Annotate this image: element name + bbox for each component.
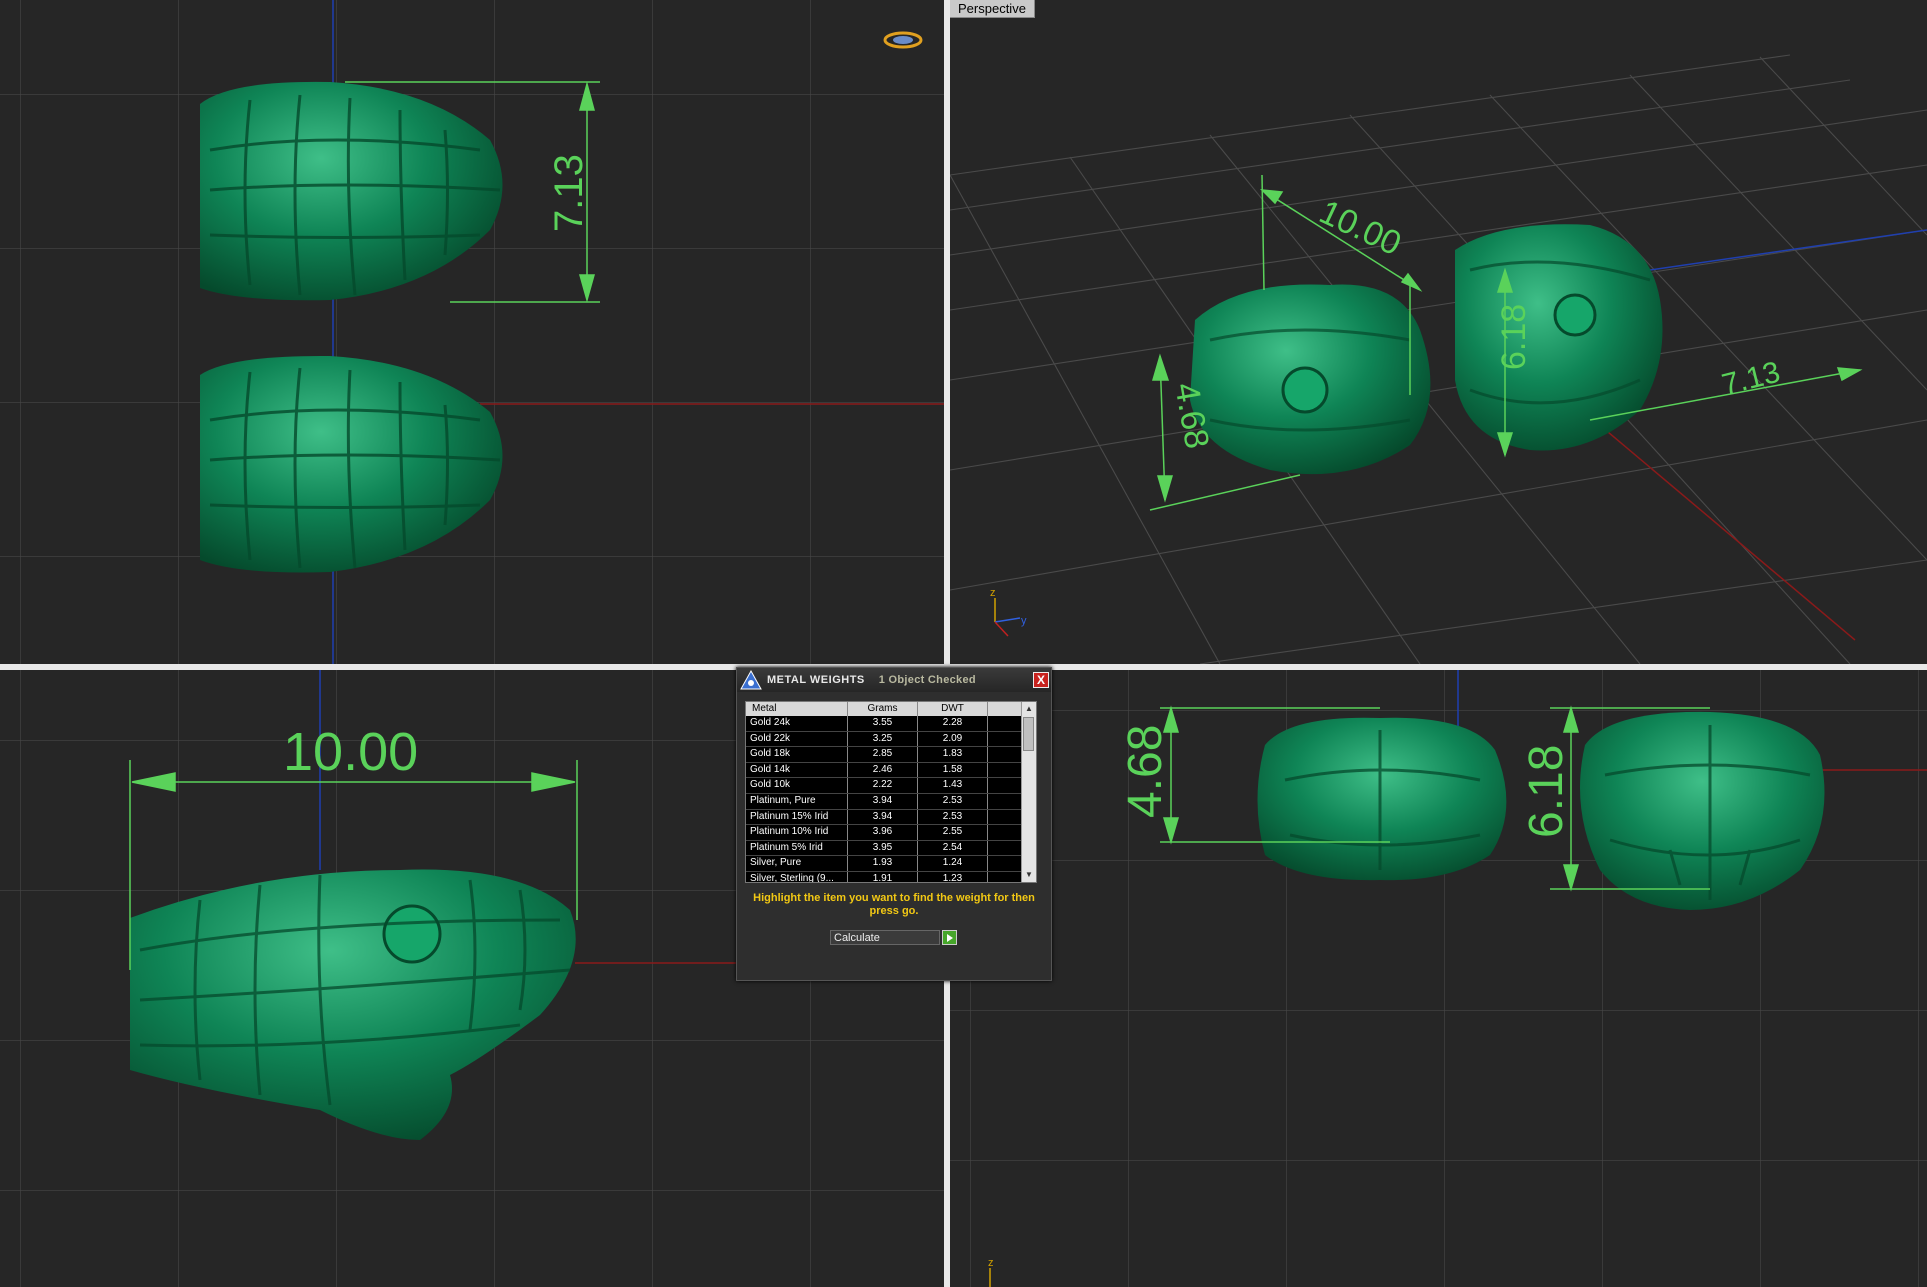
cell-grams: 1.91 — [848, 871, 918, 882]
cell-metal: Gold 24k — [746, 716, 848, 731]
side-dimension-label: 10.00 — [283, 722, 418, 782]
front-viewport-canvas: 4.68 6.18 z — [950, 670, 1927, 1287]
axis-gizmo: z y — [990, 587, 1027, 637]
cell-dwt: 2.09 — [918, 731, 988, 747]
cell-dwt: 2.28 — [918, 716, 988, 731]
metal-weights-panel: METAL WEIGHTS 1 Object Checked X Metal G… — [736, 667, 1052, 981]
table-row[interactable]: Gold 10k 2.22 1.43 — [746, 778, 1036, 794]
table-row[interactable]: Silver, Sterling (9... 1.91 1.23 — [746, 871, 1036, 882]
table-body: Gold 24k 3.55 2.28 Gold 22k 3.25 2.09 Gold 18k… — [746, 716, 1036, 882]
cell-dwt: 1.83 — [918, 747, 988, 762]
calculate-select[interactable]: Calculate — [830, 930, 940, 945]
table-row[interactable]: Platinum 10% Irid 3.96 2.55 — [746, 825, 1036, 841]
top-dimension-label: 7.13 — [547, 154, 591, 232]
instruction-text: Highlight the item you want to find the … — [753, 892, 1035, 917]
cell-dwt: 2.54 — [918, 840, 988, 856]
cell-metal: Gold 10k — [746, 778, 848, 793]
cell-grams: 2.22 — [848, 778, 918, 793]
go-button[interactable] — [942, 930, 957, 945]
metal-weights-header[interactable]: METAL WEIGHTS 1 Object Checked X — [737, 668, 1051, 692]
metal-weights-table[interactable]: Metal Grams DWT Gold 24k 3.55 2.28 Gold 22k… — [745, 701, 1037, 883]
scroll-thumb[interactable] — [1023, 717, 1034, 751]
cell-dwt: 2.53 — [918, 793, 988, 809]
cell-grams: 1.93 — [848, 856, 918, 871]
viewport-label-perspective[interactable]: Perspective — [950, 0, 1035, 18]
cell-grams: 3.94 — [848, 793, 918, 809]
cell-grams: 3.25 — [848, 731, 918, 747]
axis-y-label: y — [1021, 615, 1027, 627]
table-row[interactable]: Gold 18k 2.85 1.83 — [746, 747, 1036, 763]
table-scrollbar[interactable]: ▲ ▼ — [1021, 702, 1036, 882]
front-dimension-left-label: 4.68 — [1119, 725, 1172, 818]
persp-width-label: 7.13 — [1719, 356, 1784, 402]
cell-dwt: 1.43 — [918, 778, 988, 793]
cell-dwt: 2.53 — [918, 809, 988, 825]
top-viewport-canvas: 7.13 — [0, 0, 944, 664]
persp-height-right-label: 6.18 — [1495, 304, 1533, 370]
column-header-grams[interactable]: Grams — [848, 702, 918, 716]
cell-metal: Silver, Sterling (9... — [746, 871, 848, 882]
cell-dwt: 1.23 — [918, 871, 988, 882]
scroll-down-icon[interactable]: ▼ — [1022, 868, 1036, 882]
cell-dwt: 1.58 — [918, 762, 988, 778]
axis-z-label: z — [990, 587, 996, 599]
snake-head-persp-2 — [1455, 224, 1663, 451]
cell-metal: Gold 18k — [746, 747, 848, 762]
cell-metal: Gold 14k — [746, 762, 848, 778]
top-viewport[interactable]: 7.13 — [0, 0, 944, 664]
cell-grams: 3.55 — [848, 716, 918, 731]
cell-grams: 3.95 — [848, 840, 918, 856]
cell-metal: Platinum 15% Irid — [746, 809, 848, 825]
cell-metal: Gold 22k — [746, 731, 848, 747]
cell-metal: Silver, Pure — [746, 856, 848, 871]
perspective-viewport[interactable]: 10.00 4.68 6.18 7.13 z y Perspective — [950, 0, 1927, 664]
table-row[interactable]: Gold 24k 3.55 2.28 — [746, 716, 1036, 732]
table-row[interactable]: Platinum 5% Irid 3.95 2.54 — [746, 840, 1036, 857]
cell-grams: 2.46 — [848, 762, 918, 778]
scroll-up-icon[interactable]: ▲ — [1022, 702, 1036, 716]
close-button[interactable]: X — [1033, 672, 1049, 688]
cell-grams: 3.96 — [848, 825, 918, 840]
cell-metal: Platinum, Pure — [746, 793, 848, 809]
table-row[interactable]: Platinum 15% Irid 3.94 2.53 — [746, 809, 1036, 826]
snake-head-front-1 — [1257, 717, 1507, 881]
metal-weights-logo-icon — [740, 669, 762, 690]
column-header-metal[interactable]: Metal — [746, 702, 848, 716]
cell-metal: Platinum 10% Irid — [746, 825, 848, 840]
table-header: Metal Grams DWT — [746, 702, 1036, 716]
table-row[interactable]: Platinum, Pure 3.94 2.53 — [746, 793, 1036, 810]
column-header-dwt[interactable]: DWT — [918, 702, 988, 716]
perspective-grid — [950, 54, 1927, 664]
front-axis-z-label: z — [988, 1257, 994, 1269]
metal-weights-title: METAL WEIGHTS — [767, 674, 865, 686]
perspective-viewport-canvas: 10.00 4.68 6.18 7.13 z y — [950, 54, 1927, 664]
viewport-splitter-vertical[interactable] — [944, 0, 950, 1287]
table-row[interactable]: Silver, Pure 1.93 1.24 — [746, 856, 1036, 872]
cell-grams: 2.85 — [848, 747, 918, 762]
front-viewport[interactable]: 4.68 6.18 z — [950, 670, 1927, 1287]
front-dimension-right-label: 6.18 — [1520, 745, 1573, 838]
cell-dwt: 1.24 — [918, 856, 988, 871]
table-row[interactable]: Gold 14k 2.46 1.58 — [746, 762, 1036, 779]
cell-dwt: 2.55 — [918, 825, 988, 840]
objects-checked-status: 1 Object Checked — [878, 674, 976, 686]
cell-grams: 3.94 — [848, 809, 918, 825]
table-row[interactable]: Gold 22k 3.25 2.09 — [746, 731, 1036, 748]
cell-metal: Platinum 5% Irid — [746, 840, 848, 856]
